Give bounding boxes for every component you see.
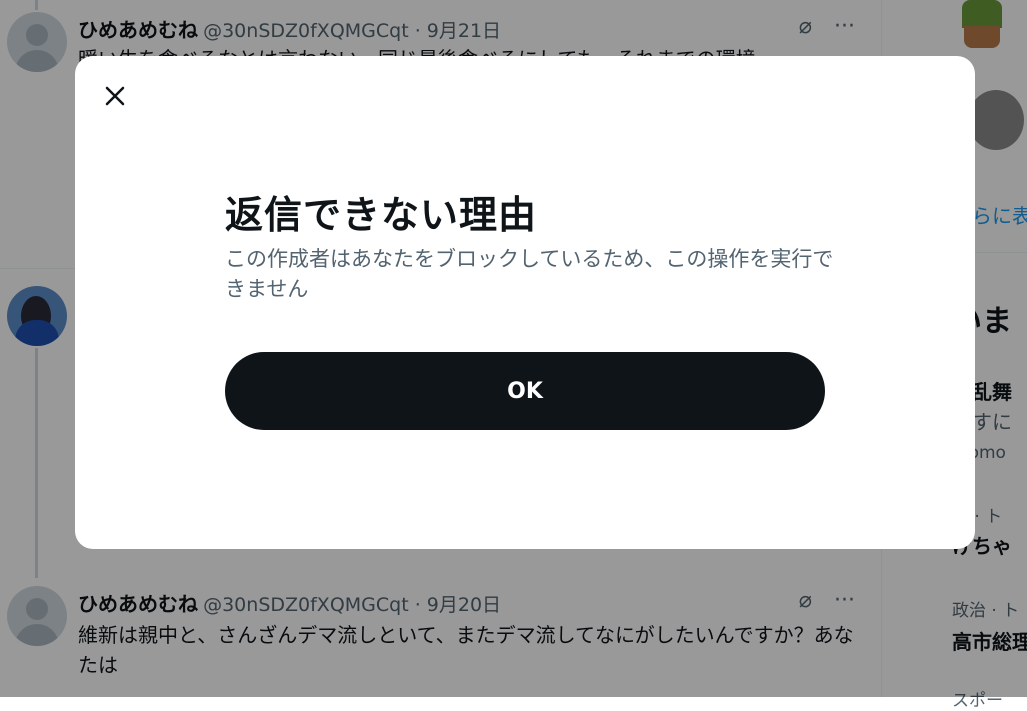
dialog-title: 返信できない理由 bbox=[225, 193, 538, 237]
ok-button[interactable]: OK bbox=[225, 352, 825, 430]
close-icon bbox=[105, 86, 125, 106]
reply-restriction-dialog: 返信できない理由 この作成者はあなたをブロックしているため、この操作を実行できま… bbox=[75, 56, 975, 549]
dialog-description: この作成者はあなたをブロックしているため、この操作を実行できません bbox=[225, 247, 834, 301]
close-button[interactable] bbox=[97, 78, 133, 114]
